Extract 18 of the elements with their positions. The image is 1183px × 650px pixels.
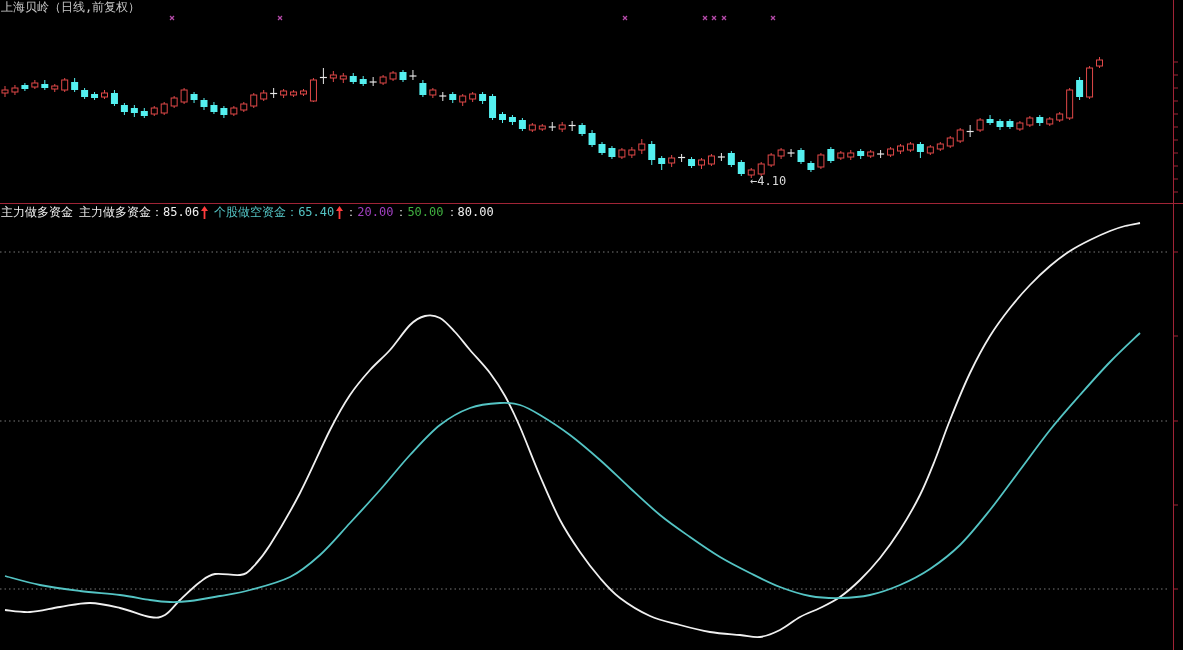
cross-marker-icon	[169, 15, 175, 21]
level-value: 20.00	[357, 205, 394, 219]
cross-marker-icon	[702, 15, 708, 21]
indicator-name: 主力做多资金	[0, 205, 73, 219]
cross-marker-icon	[622, 15, 628, 21]
separator-text: ：	[395, 205, 408, 219]
indicator-reading: 个股做空资金：65.40	[214, 205, 335, 219]
cross-marker-icon	[770, 15, 776, 21]
cross-marker-icon	[721, 15, 727, 21]
cross-marker-icon	[711, 15, 717, 21]
cross-marker-icon	[277, 15, 283, 21]
separator-text: ：	[445, 205, 458, 219]
separator-text: ：	[345, 205, 358, 219]
chart-title: 上海贝岭（日线,前复权）	[0, 0, 141, 14]
level-value: 50.00	[407, 205, 444, 219]
level-value: 80.00	[457, 205, 494, 219]
indicator-reading: 主力做多资金：85.06	[79, 205, 200, 219]
price-low-label: ←4.10	[750, 174, 787, 188]
